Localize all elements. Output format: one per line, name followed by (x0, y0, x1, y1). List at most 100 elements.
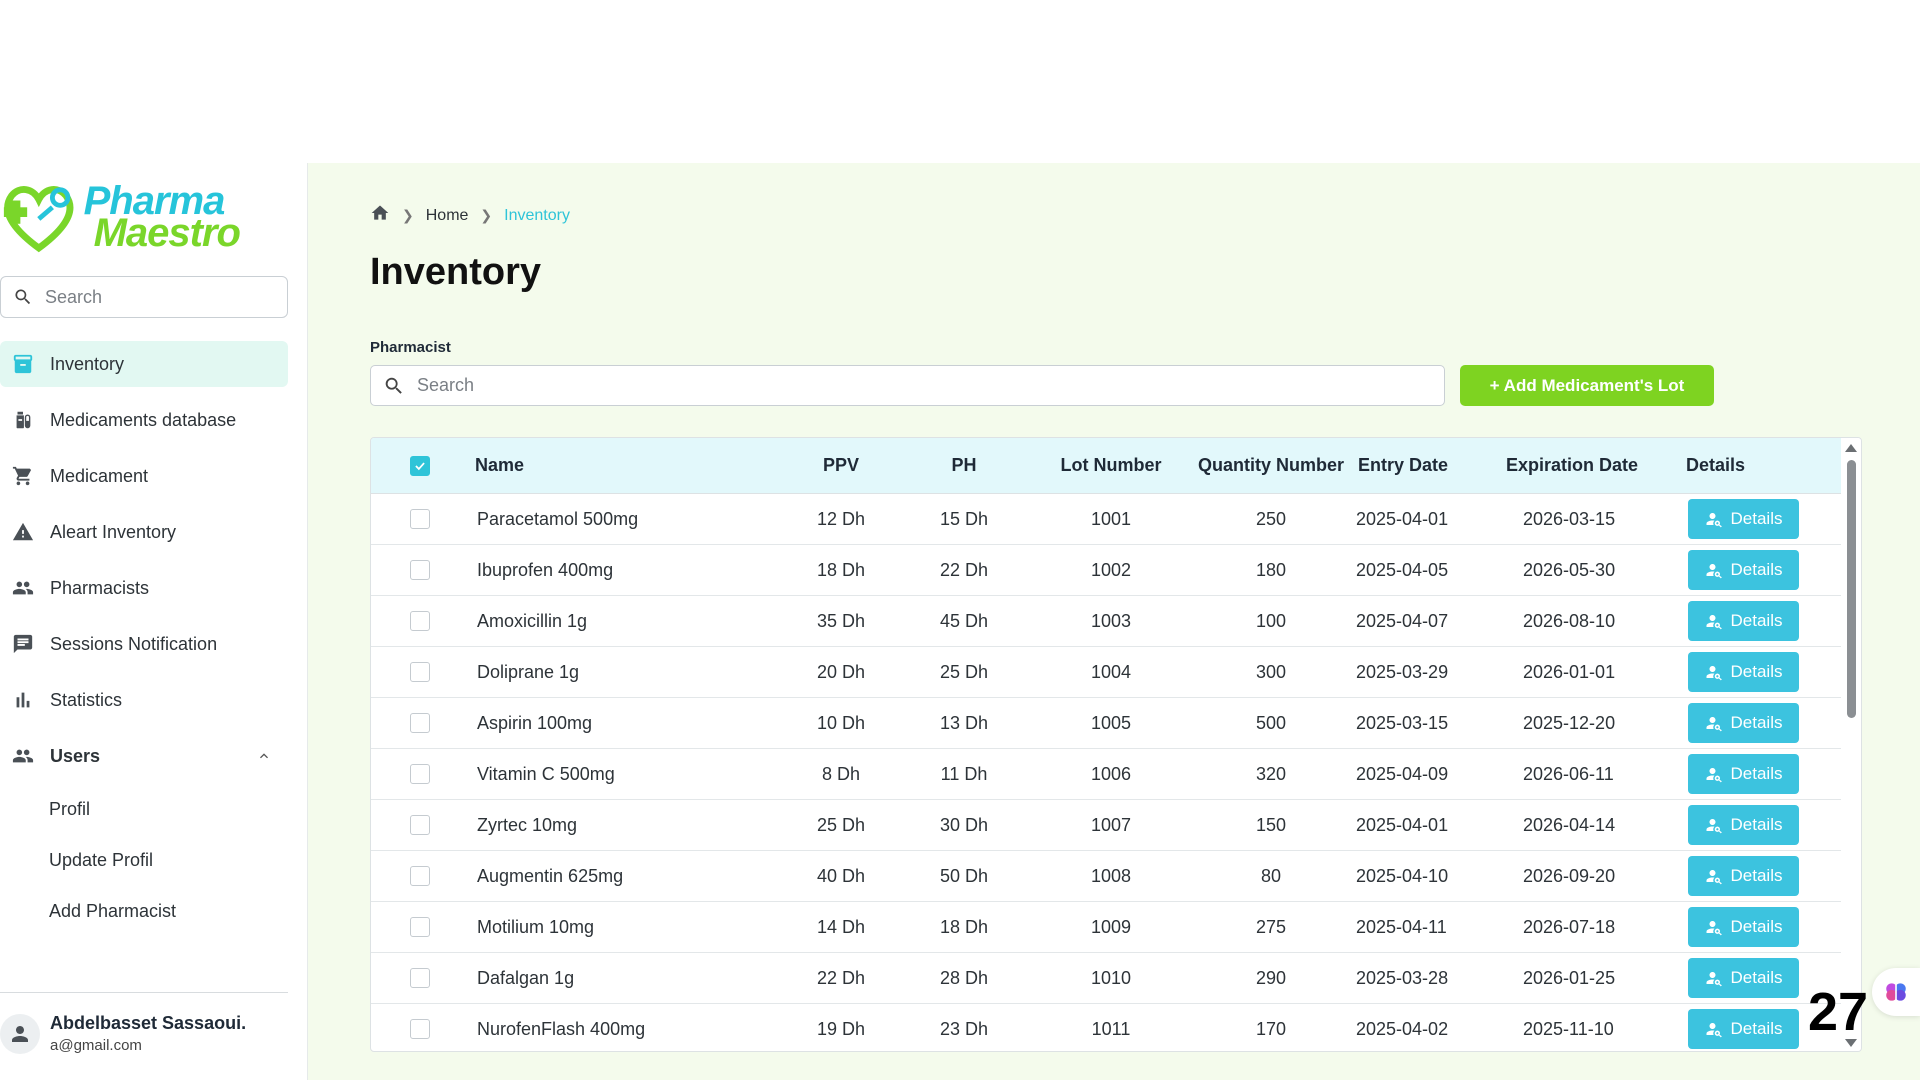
details-button[interactable]: Details (1688, 499, 1799, 539)
floating-assistant-button[interactable] (1872, 968, 1920, 1016)
table-row[interactable]: Doliprane 1g 20 Dh 25 Dh 1004 300 2025-03-29 2… (371, 647, 1843, 698)
row-checkbox[interactable] (410, 764, 430, 784)
sidebar-item-statistics[interactable]: Statistics (0, 677, 288, 723)
row-ppv: 12 Dh (816, 508, 866, 529)
user-details-icon (1706, 1023, 1722, 1038)
breadcrumb-home[interactable]: Home (426, 207, 469, 225)
header-ph[interactable]: PH (904, 438, 1024, 493)
chevron-up-icon[interactable] (256, 748, 272, 764)
row-expiration-date: 2026-08-10 (1523, 610, 1616, 631)
warning-icon (12, 521, 34, 543)
main-content: ❯ Home ❯ Inventory Inventory Pharmacist … (308, 163, 1920, 1080)
header-entry-date[interactable]: Entry Date (1358, 438, 1508, 493)
header-lot-number[interactable]: Lot Number (1041, 438, 1181, 493)
search-input[interactable] (417, 375, 1397, 396)
row-checkbox[interactable] (410, 968, 430, 988)
header-name[interactable]: Name (475, 438, 735, 493)
details-button[interactable]: Details (1688, 805, 1799, 845)
row-lot-number: 1004 (1090, 661, 1132, 682)
sidebar-subitem-update-profil[interactable]: Update Profil (0, 840, 288, 880)
sidebar-item-inventory[interactable]: Inventory (0, 341, 288, 387)
sidebar-item-medicaments-database[interactable]: Medicaments database (0, 397, 288, 443)
row-checkbox[interactable] (410, 1019, 430, 1039)
breadcrumb-current: Inventory (504, 206, 570, 224)
row-name: Amoxicillin 1g (477, 610, 588, 631)
row-checkbox[interactable] (410, 509, 430, 529)
row-name: Augmentin 625mg (477, 865, 624, 886)
table-scrollbar[interactable] (1841, 438, 1861, 1051)
table-row[interactable]: Vitamin C 500mg 8 Dh 11 Dh 1006 320 2025-04-0… (371, 749, 1843, 800)
row-quantity: 170 (1255, 1018, 1287, 1039)
row-details-cell: Details (1688, 494, 1808, 544)
sidebar-subitem-add-pharmacist[interactable]: Add Pharmacist (0, 891, 288, 931)
header-quantity-number[interactable]: Quantity Number (1196, 438, 1346, 493)
row-lot-number: 1008 (1090, 865, 1132, 886)
scroll-thumb[interactable] (1847, 460, 1856, 718)
user-details-icon (1706, 870, 1722, 885)
row-name: Paracetamol 500mg (477, 508, 639, 529)
table-row[interactable]: Aspirin 100mg 10 Dh 13 Dh 1005 500 2025-03-15… (371, 698, 1843, 749)
table-row[interactable]: Ibuprofen 400mg 18 Dh 22 Dh 1002 180 2025-04-… (371, 545, 1843, 596)
sidebar-item-label: Aleart Inventory (50, 521, 177, 542)
details-button[interactable]: Details (1688, 958, 1799, 998)
row-checkbox[interactable] (410, 713, 430, 733)
header-expiration-date[interactable]: Expiration Date (1506, 438, 1686, 493)
sidebar-item-sessions-notification[interactable]: Sessions Notification (0, 621, 288, 667)
details-button[interactable]: Details (1688, 907, 1799, 947)
row-select-cell (409, 800, 431, 850)
row-ph: 50 Dh (939, 865, 989, 886)
sidebar-nav: Inventory Medicaments database Medicamen… (0, 341, 288, 942)
row-select-cell (409, 494, 431, 544)
home-icon[interactable] (370, 203, 390, 228)
row-checkbox[interactable] (410, 611, 430, 631)
header-ppv[interactable]: PPV (781, 438, 901, 493)
brand-wordmark: Pharma Maestro (84, 181, 241, 253)
details-button[interactable]: Details (1688, 652, 1799, 692)
row-name: Aspirin 100mg (477, 712, 593, 733)
table-row[interactable]: Dafalgan 1g 22 Dh 28 Dh 1010 290 2025-03-28 20… (371, 953, 1843, 1004)
details-label: Details (1730, 509, 1783, 528)
row-details-cell: Details (1688, 596, 1808, 646)
brand-logo[interactable]: Pharma Maestro (0, 179, 241, 255)
row-name: Doliprane 1g (477, 661, 580, 682)
sidebar-item-aleart-inventory[interactable]: Aleart Inventory (0, 509, 288, 555)
row-checkbox[interactable] (410, 815, 430, 835)
table-row[interactable]: Amoxicillin 1g 35 Dh 45 Dh 1003 100 2025-04-0… (371, 596, 1843, 647)
row-select-cell (409, 545, 431, 595)
row-select-cell (409, 698, 431, 748)
row-details-cell: Details (1688, 851, 1808, 901)
sidebar-item-pharmacists[interactable]: Pharmacists (0, 565, 288, 611)
details-button[interactable]: Details (1688, 1009, 1799, 1049)
row-checkbox[interactable] (410, 917, 430, 937)
details-label: Details (1730, 968, 1783, 987)
details-button[interactable]: Details (1688, 856, 1799, 896)
sidebar-search-input[interactable] (45, 286, 265, 308)
table-row[interactable]: Zyrtec 10mg 25 Dh 30 Dh 1007 150 2025-04-01 20… (371, 800, 1843, 851)
row-checkbox[interactable] (410, 866, 430, 886)
details-button[interactable]: Details (1688, 754, 1799, 794)
row-lot-number: 1005 (1090, 712, 1132, 733)
scroll-up-arrow[interactable] (1845, 444, 1857, 452)
table-row[interactable]: Motilium 10mg 14 Dh 18 Dh 1009 275 2025-04-11… (371, 902, 1843, 953)
sidebar-subitem-profil[interactable]: Profil (0, 789, 288, 829)
add-medicament-lot-button[interactable]: + Add Medicament's Lot (1460, 365, 1714, 406)
user-card[interactable]: Abdelbasset Sassaoui. a@gmail.com (0, 1013, 246, 1054)
row-ph: 45 Dh (939, 610, 989, 631)
sidebar-item-medicament[interactable]: Medicament (0, 453, 288, 499)
row-checkbox[interactable] (410, 662, 430, 682)
table-row[interactable]: NurofenFlash 400mg 19 Dh 23 Dh 1011 170 2025-… (371, 1004, 1843, 1051)
details-button[interactable]: Details (1688, 601, 1799, 641)
select-all-checkbox[interactable] (410, 455, 430, 476)
bar-chart-icon (12, 689, 34, 711)
row-lot-number: 1006 (1090, 763, 1132, 784)
details-button[interactable]: Details (1688, 550, 1799, 590)
sidebar-item-users[interactable]: Users (0, 733, 288, 779)
row-ppv: 8 Dh (821, 763, 861, 784)
inventory-icon (12, 353, 34, 375)
details-label: Details (1730, 662, 1783, 681)
table-row[interactable]: Paracetamol 500mg 12 Dh 15 Dh 1001 250 2025-0… (371, 494, 1843, 545)
details-button[interactable]: Details (1688, 703, 1799, 743)
table-row[interactable]: Augmentin 625mg 40 Dh 50 Dh 1008 80 2025-04-1… (371, 851, 1843, 902)
row-lot-number: 1010 (1090, 967, 1132, 988)
row-checkbox[interactable] (410, 560, 430, 580)
